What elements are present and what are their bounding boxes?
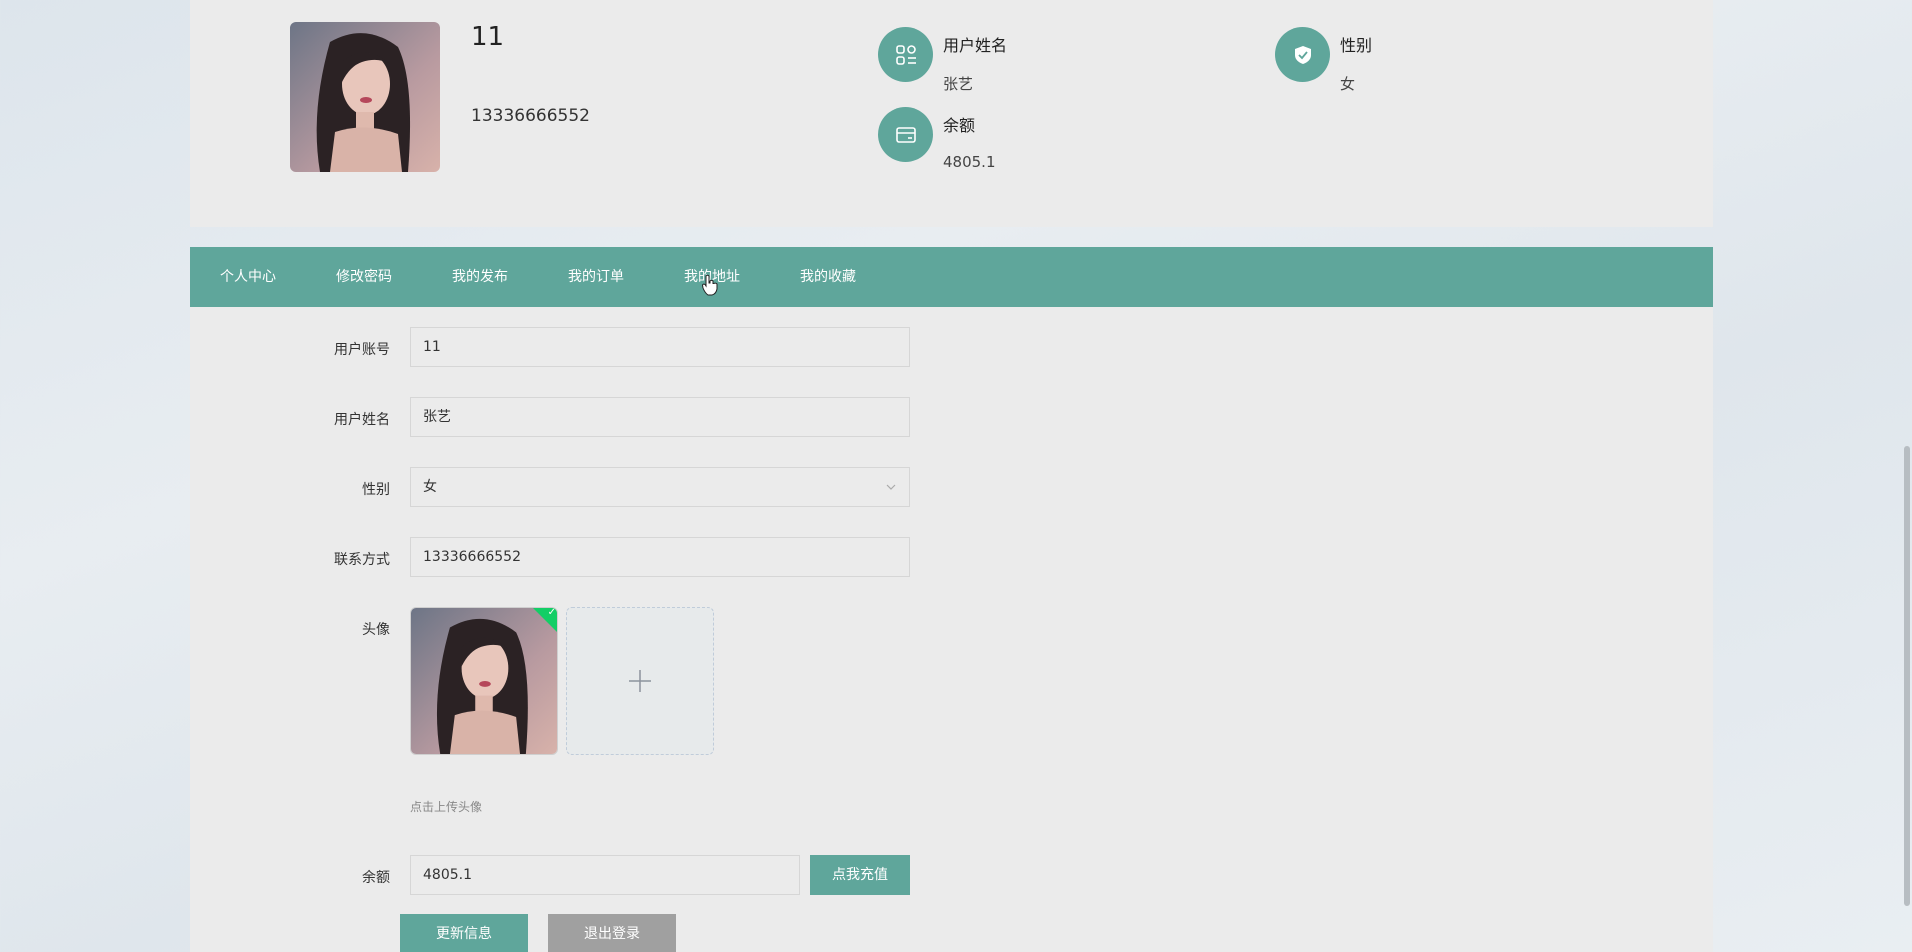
account-label: 用户账号 bbox=[334, 342, 390, 358]
profile-username: 11 bbox=[471, 22, 505, 52]
nav-item-change-password[interactable]: 修改密码 bbox=[336, 247, 392, 307]
info-gender-value: 女 bbox=[1340, 75, 1356, 93]
profile-form: 用户账号 11 用户姓名 张艺 性别 女 联系方式 13336666552 头像 bbox=[190, 307, 1713, 952]
page-scrollbar[interactable] bbox=[1903, 0, 1912, 952]
update-info-button[interactable]: 更新信息 bbox=[400, 914, 528, 952]
avatar-upload-button[interactable] bbox=[566, 607, 714, 755]
gender-label: 性别 bbox=[362, 482, 390, 498]
nav-item-personal-center[interactable]: 个人中心 bbox=[220, 247, 276, 307]
nav-item-my-orders[interactable]: 我的订单 bbox=[568, 247, 624, 307]
profile-phone: 13336666552 bbox=[471, 106, 590, 126]
profile-avatar bbox=[290, 22, 440, 172]
name-label: 用户姓名 bbox=[334, 412, 390, 428]
page-container: 11 13336666552 用户姓名 张艺 性别 女 余额 4805.1 个人… bbox=[190, 0, 1713, 952]
logout-button[interactable]: 退出登录 bbox=[548, 914, 676, 952]
balance-label: 余额 bbox=[362, 870, 390, 886]
nav-item-my-favorites[interactable]: 我的收藏 bbox=[800, 247, 856, 307]
upload-hint: 点击上传头像 bbox=[410, 800, 483, 814]
wallet-icon bbox=[878, 107, 933, 162]
upload-success-icon: ✓ bbox=[532, 608, 557, 633]
nav-item-my-posts[interactable]: 我的发布 bbox=[452, 247, 508, 307]
user-nav-bar: 个人中心 修改密码 我的发布 我的订单 我的地址 我的收藏 bbox=[190, 247, 1713, 307]
profile-card: 11 13336666552 用户姓名 张艺 性别 女 余额 4805.1 bbox=[190, 0, 1713, 227]
name-input[interactable]: 张艺 bbox=[410, 397, 910, 437]
recharge-button[interactable]: 点我充值 bbox=[810, 855, 910, 895]
info-name-label: 用户姓名 bbox=[943, 36, 1008, 55]
nav-item-my-address[interactable]: 我的地址 bbox=[684, 247, 740, 307]
chevron-down-icon bbox=[886, 484, 896, 490]
user-list-icon bbox=[878, 27, 933, 82]
contact-input[interactable]: 13336666552 bbox=[410, 537, 910, 577]
avatar-label: 头像 bbox=[362, 622, 390, 638]
gender-select[interactable]: 女 bbox=[410, 467, 910, 507]
shield-check-icon bbox=[1275, 27, 1330, 82]
info-name-value: 张艺 bbox=[943, 75, 974, 93]
avatar-upload-preview[interactable]: ✓ bbox=[410, 607, 558, 755]
info-gender-label: 性别 bbox=[1340, 36, 1373, 55]
info-balance-label: 余额 bbox=[943, 116, 976, 135]
avatar-photo bbox=[290, 22, 440, 172]
contact-label: 联系方式 bbox=[334, 552, 390, 568]
account-input[interactable]: 11 bbox=[410, 327, 910, 367]
balance-input[interactable]: 4805.1 bbox=[410, 855, 800, 895]
gender-select-value: 女 bbox=[423, 479, 437, 495]
info-balance-value: 4805.1 bbox=[943, 153, 996, 171]
scrollbar-thumb[interactable] bbox=[1904, 446, 1910, 906]
plus-icon bbox=[629, 670, 651, 692]
